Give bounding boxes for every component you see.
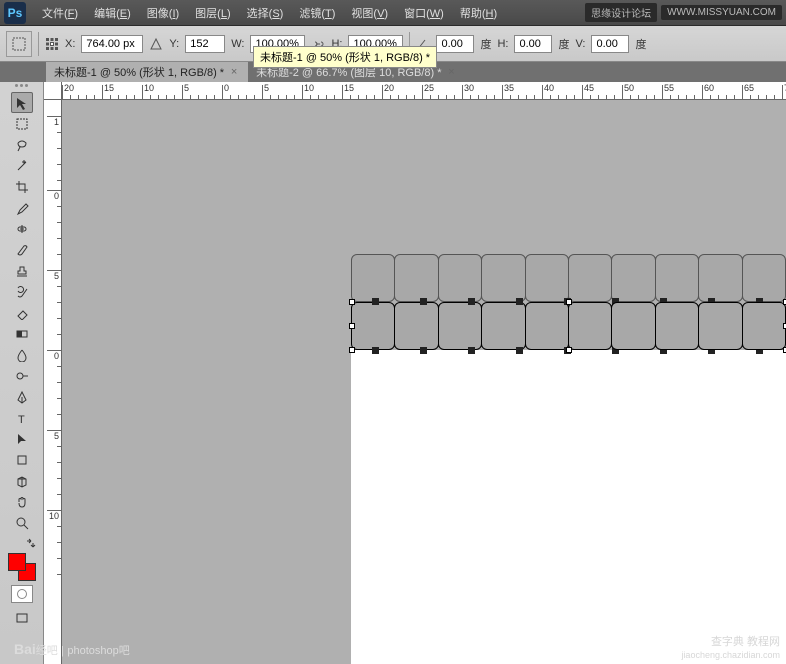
shape-cell — [438, 254, 482, 302]
ruler-vertical[interactable]: 1050510 — [44, 100, 62, 664]
y-label: Y: — [169, 38, 179, 50]
history-brush-tool[interactable] — [11, 281, 33, 302]
menu-image[interactable]: 图像(I) — [139, 2, 187, 24]
menu-view[interactable]: 视图(V) — [343, 2, 396, 24]
eyedropper-tool[interactable] — [11, 197, 33, 218]
reference-point-icon[interactable] — [45, 37, 59, 51]
tooltip: 未标题-1 @ 50% (形状 1, RGB/8) * — [253, 46, 437, 68]
vskew-unit: 度 — [635, 36, 646, 52]
ruler-horizontal[interactable]: 20151050510152025303540455055606570 — [62, 82, 786, 100]
marquee-tool[interactable] — [11, 113, 33, 134]
shape-grid[interactable] — [352, 254, 786, 350]
toolbox: T — [0, 82, 44, 664]
shape-cell[interactable] — [655, 302, 699, 350]
x-label: X: — [65, 38, 75, 50]
hskew-label: H: — [497, 38, 508, 50]
options-bar: X: Y: W: H: 度 H: 度 V: 度 未标题-1 @ 50% (形状 … — [0, 26, 786, 62]
canvas-area[interactable]: 20151050510152025303540455055606570 1050… — [44, 82, 786, 664]
menu-bar: Ps 文件(F) 编辑(E) 图像(I) 图层(L) 选择(S) 滤镜(T) 视… — [0, 0, 786, 26]
shape-cell[interactable] — [698, 302, 742, 350]
eraser-tool[interactable] — [11, 302, 33, 323]
shape-cell — [525, 254, 569, 302]
shape-cell[interactable] — [481, 302, 525, 350]
shape-cell — [394, 254, 438, 302]
vskew-input[interactable] — [591, 35, 629, 53]
angle-unit: 度 — [480, 36, 491, 52]
shape-cell — [742, 254, 786, 302]
shape-cell[interactable] — [742, 302, 786, 350]
hskew-unit: 度 — [558, 36, 569, 52]
menu-edit[interactable]: 编辑(E) — [86, 2, 139, 24]
brush-tool[interactable] — [11, 239, 33, 260]
lasso-tool[interactable] — [11, 134, 33, 155]
pen-tool[interactable] — [11, 386, 33, 407]
wand-tool[interactable] — [11, 155, 33, 176]
screen-mode-icon[interactable] — [11, 607, 33, 628]
transform-icon — [11, 36, 27, 52]
shape-cell — [655, 254, 699, 302]
shape-row-selected[interactable] — [352, 302, 786, 350]
angle-input[interactable] — [436, 35, 474, 53]
ext-badge-1: 思缘设计论坛 — [585, 3, 657, 22]
delta-icon — [149, 37, 163, 51]
x-input[interactable] — [81, 35, 143, 53]
gradient-tool[interactable] — [11, 323, 33, 344]
close-icon[interactable]: × — [445, 66, 457, 78]
shape-cell[interactable] — [568, 302, 612, 350]
menu-layer[interactable]: 图层(L) — [187, 2, 238, 24]
shape-row-1 — [352, 254, 786, 302]
ruler-origin[interactable] — [44, 82, 62, 100]
w-label: W: — [231, 38, 244, 50]
watermark-br: 查字典 教程网 jiaocheng.chazidian.com — [681, 636, 780, 662]
path-selection-tool[interactable] — [11, 428, 33, 449]
shape-cell — [568, 254, 612, 302]
close-icon[interactable]: × — [228, 66, 240, 78]
menu-file[interactable]: 文件(F) — [34, 2, 86, 24]
stamp-tool[interactable] — [11, 260, 33, 281]
shape-cell — [481, 254, 525, 302]
current-tool-icon[interactable] — [6, 31, 32, 57]
svg-text:T: T — [18, 414, 25, 425]
tab-label: 未标题-1 @ 50% (形状 1, RGB/8) * — [54, 64, 224, 80]
grip-icon[interactable] — [2, 84, 42, 92]
shape-cell — [351, 254, 395, 302]
hskew-input[interactable] — [514, 35, 552, 53]
shape-cell — [611, 254, 655, 302]
y-input[interactable] — [185, 35, 225, 53]
dodge-tool[interactable] — [11, 365, 33, 386]
hand-tool[interactable] — [11, 491, 33, 512]
type-tool[interactable]: T — [11, 407, 33, 428]
foreground-color[interactable] — [8, 553, 26, 571]
shape-cell[interactable] — [611, 302, 655, 350]
menu-help[interactable]: 帮助(H) — [452, 2, 505, 24]
shape-cell[interactable] — [525, 302, 569, 350]
watermark-bl: Bai经吧 | photoshop吧 — [14, 641, 130, 658]
shape-cell[interactable] — [438, 302, 482, 350]
ext-badge-2: WWW.MISSYUAN.COM — [661, 5, 782, 20]
shape-cell[interactable] — [351, 302, 395, 350]
blur-tool[interactable] — [11, 344, 33, 365]
tab-untitled-1[interactable]: 未标题-1 @ 50% (形状 1, RGB/8) * × — [46, 62, 248, 82]
separator — [38, 32, 39, 56]
menu-filter[interactable]: 滤镜(T) — [291, 2, 343, 24]
workspace: T 20151050510152025303540455055606570 10… — [0, 82, 786, 664]
menu-select[interactable]: 选择(S) — [239, 2, 292, 24]
menu-window[interactable]: 窗口(W) — [396, 2, 452, 24]
shape-tool[interactable] — [11, 449, 33, 470]
swap-colors-icon[interactable] — [25, 537, 37, 549]
zoom-tool[interactable] — [11, 512, 33, 533]
shape-cell — [698, 254, 742, 302]
quick-mask-icon[interactable] — [11, 585, 33, 603]
canvas-document[interactable] — [351, 350, 786, 664]
healing-brush-tool[interactable] — [11, 218, 33, 239]
move-tool[interactable] — [11, 92, 33, 113]
vskew-label: V: — [575, 38, 585, 50]
3d-tool[interactable] — [11, 470, 33, 491]
app-logo: Ps — [4, 2, 26, 24]
color-swatch[interactable] — [8, 553, 36, 581]
crop-tool[interactable] — [11, 176, 33, 197]
shape-cell[interactable] — [394, 302, 438, 350]
